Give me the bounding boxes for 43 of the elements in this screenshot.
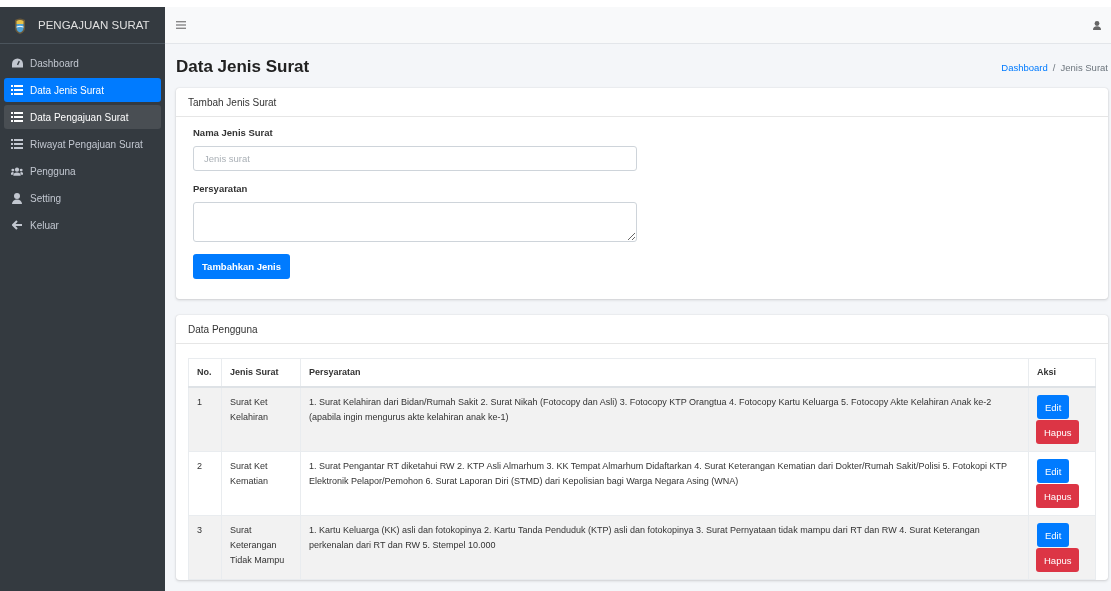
- list-icon: [11, 85, 23, 95]
- card-title: Tambah Jenis Surat: [176, 88, 1108, 117]
- breadcrumb-link[interactable]: Dashboard: [1001, 61, 1048, 73]
- arrow-left-icon: [11, 220, 23, 230]
- table-cell: 1. Surat Kelahiran dari Bidan/Rumah Sakit 2. Surat Nikah (Fotocopy dan Asli) 3. Fotocopy KTP Orangtua 4. Fotocopy Kartu Keluarga 5. Fotocopy Akte Kelahiran Anak ke-2 (apabila ingin mengurus akte kelahiran anak ke-1): [300, 387, 1029, 452]
- delete-button[interactable]: Hapus: [1036, 484, 1080, 508]
- menu-icon[interactable]: [176, 21, 186, 29]
- table-cell: 2: [188, 451, 222, 516]
- breadcrumb-separator: /: [1052, 61, 1056, 73]
- breadcrumb-current: Jenis Surat: [1060, 61, 1108, 73]
- logo-icon: [14, 16, 26, 34]
- table-cell: 3: [188, 515, 222, 580]
- table-cell: Surat Ket Kelahiran: [221, 387, 301, 452]
- user-icon[interactable]: [1093, 20, 1101, 30]
- user-icon: [12, 192, 22, 204]
- list-icon: [11, 112, 23, 122]
- field-label: Nama Jenis Surat: [193, 127, 273, 138]
- brand-title: PENGAJUAN SURAT: [38, 19, 150, 31]
- text-field[interactable]: Jenis surat: [193, 146, 637, 171]
- edit-button[interactable]: Edit: [1037, 523, 1070, 547]
- add-button[interactable]: Tambahkan Jenis: [193, 254, 291, 279]
- sidebar-item[interactable]: Setting: [4, 186, 161, 210]
- sidebar-item[interactable]: Keluar: [4, 213, 161, 237]
- edit-button[interactable]: Edit: [1037, 395, 1070, 419]
- table-cell: 1. Surat Pengantar RT diketahui RW 2. KTP Asli Almarhum 3. KK Tempat Almarhum Didaftarkan 4. Surat Keterangan Kematian dari Dokter/Rumah Sakit/Polisi 5. Fotokopi KTP Elektronik Pelapor/Pemohon 6. Surat Laporan Diri (STMD) dari Kepolisian bagi Warga Negara Asing (WNA): [300, 451, 1029, 516]
- sidebar-item[interactable]: Data Jenis Surat: [4, 78, 161, 102]
- card-title: Data Pengguna: [176, 315, 1108, 344]
- list-icon: [11, 139, 23, 149]
- table-cell: 1: [188, 387, 222, 452]
- edit-button[interactable]: Edit: [1037, 459, 1070, 483]
- sidebar-item[interactable]: Data Pengajuan Surat: [4, 105, 161, 129]
- field-label: Persyaratan: [193, 183, 248, 194]
- table-cell: Surat Ket Kematian: [221, 451, 301, 516]
- page-title: Data Jenis Surat: [176, 57, 310, 77]
- gauge-icon: [11, 58, 23, 68]
- table-cell: 1. Kartu Keluarga (KK) asli dan fotokopinya 2. Kartu Tanda Penduduk (KTP) asli dan fotokopinya 3. Surat Pernyataan tidak mampu dari RT dan RW 4. Surat Keterangan perkenalan dari RT dan RW 5. Stempel 10.000: [300, 515, 1029, 580]
- table-cell: Surat Keterangan Tidak Mampu: [221, 515, 301, 580]
- delete-button[interactable]: Hapus: [1036, 548, 1080, 572]
- sidebar-item[interactable]: Riwayat Pengajuan Surat: [4, 132, 161, 156]
- sidebar-item[interactable]: Pengguna: [4, 159, 161, 183]
- delete-button[interactable]: Hapus: [1036, 420, 1080, 444]
- users-icon: [11, 166, 23, 176]
- sidebar-item[interactable]: Dashboard: [4, 51, 161, 75]
